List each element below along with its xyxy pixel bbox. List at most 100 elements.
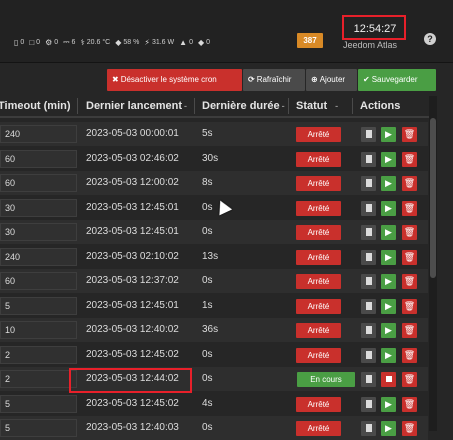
delete-button[interactable]: 🗑 — [402, 323, 417, 338]
drop-icon: ◆ — [197, 37, 205, 47]
table-row[interactable]: 240 2023-05-03 02:10:02 13s Arrêté ▶ 🗑 — [0, 244, 428, 269]
delete-button[interactable]: 🗑 — [402, 298, 417, 314]
add-button[interactable]: ⊕ Ajouter — [306, 69, 357, 91]
log-file-button[interactable] — [361, 225, 376, 240]
run-button[interactable]: ▶ — [381, 298, 396, 314]
run-button[interactable]: ▶ — [381, 249, 396, 265]
timeout-input[interactable]: 240 — [0, 125, 77, 143]
column-header-actions: Actions — [360, 96, 400, 116]
table-row[interactable]: 5 2023-05-03 12:45:01 1s Arrêté ▶ 🗑 — [0, 293, 428, 318]
log-file-button[interactable] — [361, 151, 376, 167]
summary-value: 0 — [36, 38, 41, 46]
stop-button[interactable] — [381, 372, 396, 387]
run-button[interactable]: ▶ — [381, 347, 396, 363]
status-badge: Arrêté — [296, 323, 341, 338]
log-file-button[interactable] — [361, 372, 376, 387]
timeout-input[interactable]: 240 — [0, 247, 77, 266]
timeout-input[interactable]: 2 — [0, 370, 77, 388]
trash-icon: 🗑 — [403, 153, 416, 164]
play-icon: ▶ — [385, 398, 392, 409]
delete-button[interactable]: 🗑 — [402, 372, 417, 387]
delete-button[interactable]: 🗑 — [402, 274, 417, 289]
log-file-button[interactable] — [361, 176, 376, 191]
table-row[interactable]: 5 2023-05-03 12:45:02 4s Arrêté ▶ 🗑 — [0, 391, 428, 416]
log-file-button[interactable] — [361, 274, 376, 289]
timeout-value: 60 — [5, 276, 16, 286]
summary-value: 6 — [71, 38, 76, 46]
top-navbar: ▯ 0 □ 0 ⚙ 0 ⎓ 6 ⚕ 20.6 °C ◆ 58 % ⚡ 31.6 W ▲ 0 ◆ 0 387 12:… — [0, 0, 453, 63]
run-button[interactable]: ▶ — [381, 421, 396, 436]
scrollbar-thumb[interactable] — [430, 118, 436, 278]
timeout-value: 10 — [5, 325, 16, 335]
log-file-button[interactable] — [361, 347, 376, 363]
timeout-input[interactable]: 60 — [0, 174, 77, 192]
summary-value: 58 % — [123, 38, 140, 46]
log-file-button[interactable] — [361, 323, 376, 338]
log-file-button[interactable] — [361, 421, 376, 436]
delete-button[interactable]: 🗑 — [402, 225, 417, 240]
table-row[interactable]: 5 2023-05-03 12:40:03 0s Arrêté ▶ 🗑 — [0, 416, 428, 440]
table-row[interactable]: 10 2023-05-03 12:40:02 36s Arrêté ▶ 🗑 — [0, 318, 428, 342]
timeout-value: 60 — [5, 178, 16, 188]
message-count-badge[interactable]: 387 — [297, 33, 323, 48]
timeout-input[interactable]: 5 — [0, 394, 77, 413]
column-header-status[interactable]: Statut - — [296, 96, 338, 116]
timeout-input[interactable]: 30 — [0, 198, 77, 217]
log-file-button[interactable] — [361, 249, 376, 265]
plug-icon: ⎓ — [63, 37, 70, 46]
disable-cron-button[interactable]: ✖ Désactiver le système cron — [107, 69, 242, 91]
log-file-button[interactable] — [361, 127, 376, 142]
file-icon — [365, 326, 372, 334]
run-button[interactable]: ▶ — [381, 151, 396, 167]
save-button[interactable]: ✔ Sauvegarder — [358, 69, 436, 91]
table-row[interactable]: 2 2023-05-03 12:45:02 0s Arrêté ▶ 🗑 — [0, 342, 428, 367]
status-badge: Arrêté — [296, 396, 341, 412]
plus-circle-icon: ⊕ — [311, 75, 318, 84]
column-header-last-run[interactable]: Dernier lancement - — [86, 96, 187, 116]
delete-button[interactable]: 🗑 — [402, 200, 417, 216]
home-summary-strip[interactable]: ▯ 0 □ 0 ⚙ 0 ⎓ 6 ⚕ 20.6 °C ◆ 58 % ⚡ 31.6 W ▲ 0 ◆ 0 — [14, 36, 213, 48]
help-icon[interactable]: ? — [424, 33, 436, 45]
timeout-input[interactable]: 30 — [0, 223, 77, 241]
file-icon — [365, 154, 372, 163]
table-row[interactable]: 30 2023-05-03 12:45:01 0s Arrêté ▶ 🗑 — [0, 220, 428, 244]
delete-button[interactable]: 🗑 — [402, 347, 417, 363]
column-header-timeout[interactable]: Timeout (min) — [0, 96, 71, 116]
timeout-input[interactable]: 60 — [0, 272, 77, 290]
last-run-cell: 2023-05-03 12:45:02 — [86, 348, 179, 360]
table-row[interactable]: 240 2023-05-03 00:00:01 5s Arrêté ▶ 🗑 — [0, 122, 428, 146]
thermometer-icon: ⚕ — [80, 37, 85, 47]
timeout-input[interactable]: 5 — [0, 419, 77, 437]
table-row[interactable]: 60 2023-05-03 02:46:02 30s Arrêté ▶ 🗑 — [0, 146, 428, 171]
timeout-input[interactable]: 5 — [0, 296, 77, 315]
table-row[interactable]: 60 2023-05-03 12:00:02 8s Arrêté ▶ 🗑 — [0, 171, 428, 195]
timeout-input[interactable]: 2 — [0, 345, 77, 364]
last-run-cell: 2023-05-03 12:45:01 — [86, 201, 179, 213]
delete-button[interactable]: 🗑 — [402, 421, 417, 436]
run-button[interactable]: ▶ — [381, 176, 396, 191]
delete-button[interactable]: 🗑 — [402, 151, 417, 167]
log-file-button[interactable] — [361, 396, 376, 412]
run-button[interactable]: ▶ — [381, 396, 396, 412]
delete-button[interactable]: 🗑 — [402, 127, 417, 142]
delete-button[interactable]: 🗑 — [402, 249, 417, 265]
sort-icon: - — [281, 101, 285, 111]
run-button[interactable]: ▶ — [381, 323, 396, 338]
run-button[interactable]: ▶ — [381, 274, 396, 289]
run-button[interactable]: ▶ — [381, 225, 396, 240]
log-file-button[interactable] — [361, 298, 376, 314]
timeout-input[interactable]: 10 — [0, 321, 77, 339]
column-header-last-duration[interactable]: Dernière durée - — [202, 96, 285, 116]
delete-button[interactable]: 🗑 — [402, 176, 417, 191]
delete-button[interactable]: 🗑 — [402, 396, 417, 412]
timeout-value: 30 — [5, 202, 16, 213]
table-row[interactable]: 60 2023-05-03 12:37:02 0s Arrêté ▶ 🗑 — [0, 269, 428, 293]
table-row[interactable]: 2 2023-05-03 12:44:02 0s En cours 🗑 — [0, 367, 428, 391]
refresh-button[interactable]: ⟳ Rafraîchir — [243, 69, 305, 91]
table-row[interactable]: 30 2023-05-03 12:45:01 0s Arrêté ▶ 🗑 — [0, 195, 428, 220]
duration-cell: 0s — [202, 348, 213, 360]
run-button[interactable]: ▶ — [381, 200, 396, 216]
run-button[interactable]: ▶ — [381, 127, 396, 142]
timeout-input[interactable]: 60 — [0, 149, 77, 168]
log-file-button[interactable] — [361, 200, 376, 216]
